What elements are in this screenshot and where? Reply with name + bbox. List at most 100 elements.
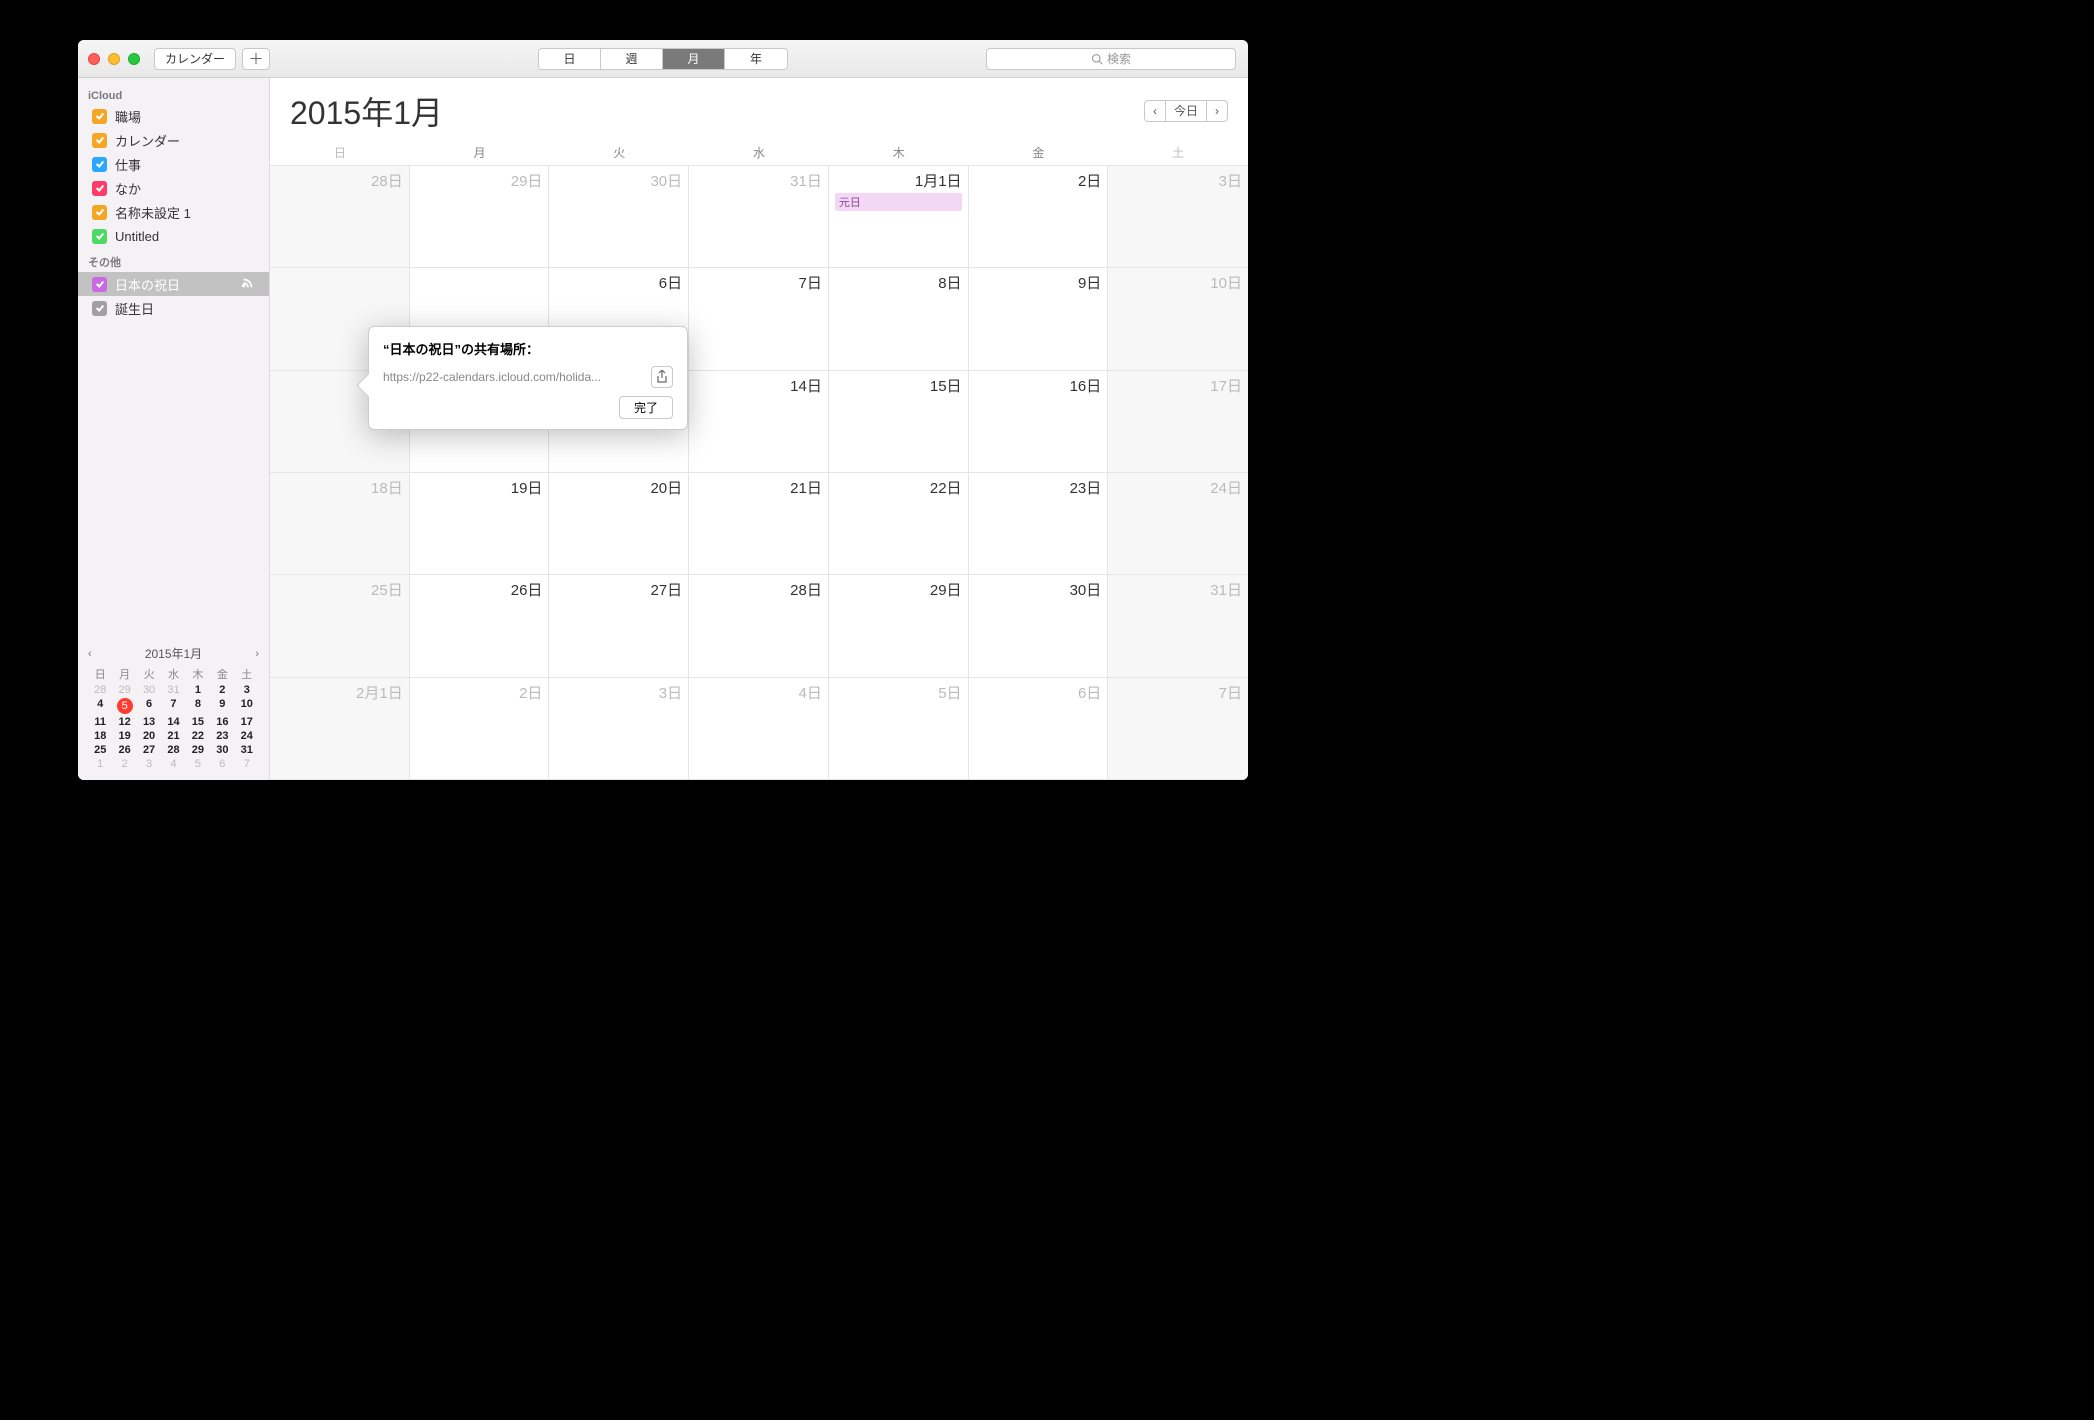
day-cell[interactable]: 2月1日	[270, 678, 410, 780]
day-cell[interactable]: 14日	[689, 371, 829, 473]
minical-day[interactable]: 29	[186, 744, 210, 756]
day-cell[interactable]: 7日	[1108, 678, 1248, 780]
minical-prev[interactable]: ‹	[88, 648, 92, 660]
day-cell[interactable]: 31日	[689, 166, 829, 268]
day-cell[interactable]: 7日	[689, 268, 829, 370]
sidebar-item[interactable]: 名称未設定 1	[78, 200, 269, 224]
minimize-icon[interactable]	[108, 53, 120, 65]
minical-day[interactable]: 26	[112, 744, 136, 756]
view-day[interactable]: 日	[539, 49, 601, 69]
minical-day[interactable]: 13	[137, 716, 161, 728]
sidebar-item[interactable]: Untitled	[78, 224, 269, 248]
minical-day[interactable]: 6	[210, 758, 234, 770]
sidebar-item[interactable]: なか	[78, 176, 269, 200]
minical-day[interactable]: 21	[161, 730, 185, 742]
view-year[interactable]: 年	[725, 49, 787, 69]
share-button[interactable]	[651, 366, 673, 388]
day-cell[interactable]: 2日	[410, 678, 550, 780]
minical-day[interactable]: 18	[88, 730, 112, 742]
calendar-checkbox[interactable]	[92, 181, 107, 196]
day-cell[interactable]: 23日	[969, 473, 1109, 575]
zoom-icon[interactable]	[128, 53, 140, 65]
day-cell[interactable]: 29日	[829, 575, 969, 677]
minical-day[interactable]: 7	[161, 698, 185, 714]
minical-day[interactable]: 17	[235, 716, 259, 728]
minical-day[interactable]: 2	[112, 758, 136, 770]
minical-next[interactable]: ›	[255, 648, 259, 660]
day-cell[interactable]: 30日	[549, 166, 689, 268]
sidebar-item[interactable]: 誕生日	[78, 296, 269, 320]
day-cell[interactable]: 28日	[270, 166, 410, 268]
calendar-checkbox[interactable]	[92, 205, 107, 220]
day-cell[interactable]: 22日	[829, 473, 969, 575]
minical-day[interactable]: 30	[210, 744, 234, 756]
minical-day[interactable]: 3	[235, 684, 259, 696]
minical-day[interactable]: 9	[210, 698, 234, 714]
search-input[interactable]: 検索	[986, 48, 1236, 70]
day-cell[interactable]: 27日	[549, 575, 689, 677]
view-month[interactable]: 月	[663, 49, 725, 69]
calendar-checkbox[interactable]	[92, 133, 107, 148]
next-month-button[interactable]: ›	[1207, 101, 1227, 121]
minical-day[interactable]: 19	[112, 730, 136, 742]
day-cell[interactable]: 28日	[689, 575, 829, 677]
day-cell[interactable]: 9日	[969, 268, 1109, 370]
minical-day[interactable]: 27	[137, 744, 161, 756]
day-cell[interactable]: 5日	[829, 678, 969, 780]
minical-day[interactable]: 10	[235, 698, 259, 714]
minical-day[interactable]: 3	[137, 758, 161, 770]
minical-day[interactable]: 25	[88, 744, 112, 756]
minical-day[interactable]: 29	[112, 684, 136, 696]
minical-day[interactable]: 5	[117, 698, 133, 714]
today-button[interactable]: 今日	[1166, 101, 1207, 121]
calendars-button[interactable]: カレンダー	[154, 48, 236, 70]
share-url[interactable]: https://p22-calendars.icloud.com/holida.…	[383, 370, 645, 384]
day-cell[interactable]: 2日	[969, 166, 1109, 268]
day-cell[interactable]: 3日	[1108, 166, 1248, 268]
sidebar-item[interactable]: 職場	[78, 104, 269, 128]
minical-day[interactable]: 23	[210, 730, 234, 742]
minical-day[interactable]: 7	[235, 758, 259, 770]
minical-day[interactable]: 16	[210, 716, 234, 728]
minical-day[interactable]: 6	[137, 698, 161, 714]
minical-day[interactable]: 20	[137, 730, 161, 742]
day-cell[interactable]: 18日	[270, 473, 410, 575]
day-cell[interactable]: 8日	[829, 268, 969, 370]
sidebar-item[interactable]: 日本の祝日	[78, 272, 269, 296]
minical-day[interactable]: 30	[137, 684, 161, 696]
sidebar-item[interactable]: 仕事	[78, 152, 269, 176]
calendar-checkbox[interactable]	[92, 109, 107, 124]
minical-day[interactable]: 31	[161, 684, 185, 696]
done-button[interactable]: 完了	[619, 396, 673, 419]
minical-day[interactable]: 5	[186, 758, 210, 770]
day-cell[interactable]: 19日	[410, 473, 550, 575]
day-cell[interactable]: 1月1日元日	[829, 166, 969, 268]
day-cell[interactable]: 20日	[549, 473, 689, 575]
minical-day[interactable]: 4	[161, 758, 185, 770]
sidebar-item[interactable]: カレンダー	[78, 128, 269, 152]
day-cell[interactable]: 16日	[969, 371, 1109, 473]
minical-day[interactable]: 24	[235, 730, 259, 742]
close-icon[interactable]	[88, 53, 100, 65]
day-cell[interactable]: 6日	[969, 678, 1109, 780]
calendar-checkbox[interactable]	[92, 277, 107, 292]
day-cell[interactable]: 24日	[1108, 473, 1248, 575]
minical-day[interactable]: 4	[88, 698, 112, 714]
day-cell[interactable]: 29日	[410, 166, 550, 268]
day-cell[interactable]: 4日	[689, 678, 829, 780]
minical-day[interactable]: 14	[161, 716, 185, 728]
minical-day[interactable]: 28	[88, 684, 112, 696]
minical-day[interactable]: 11	[88, 716, 112, 728]
minical-day[interactable]: 1	[186, 684, 210, 696]
view-week[interactable]: 週	[601, 49, 663, 69]
day-cell[interactable]: 3日	[549, 678, 689, 780]
minical-day[interactable]: 1	[88, 758, 112, 770]
day-cell[interactable]: 31日	[1108, 575, 1248, 677]
calendar-checkbox[interactable]	[92, 157, 107, 172]
day-cell[interactable]: 15日	[829, 371, 969, 473]
minical-day[interactable]: 2	[210, 684, 234, 696]
event[interactable]: 元日	[835, 193, 962, 211]
calendar-checkbox[interactable]	[92, 301, 107, 316]
day-cell[interactable]: 21日	[689, 473, 829, 575]
day-cell[interactable]: 25日	[270, 575, 410, 677]
